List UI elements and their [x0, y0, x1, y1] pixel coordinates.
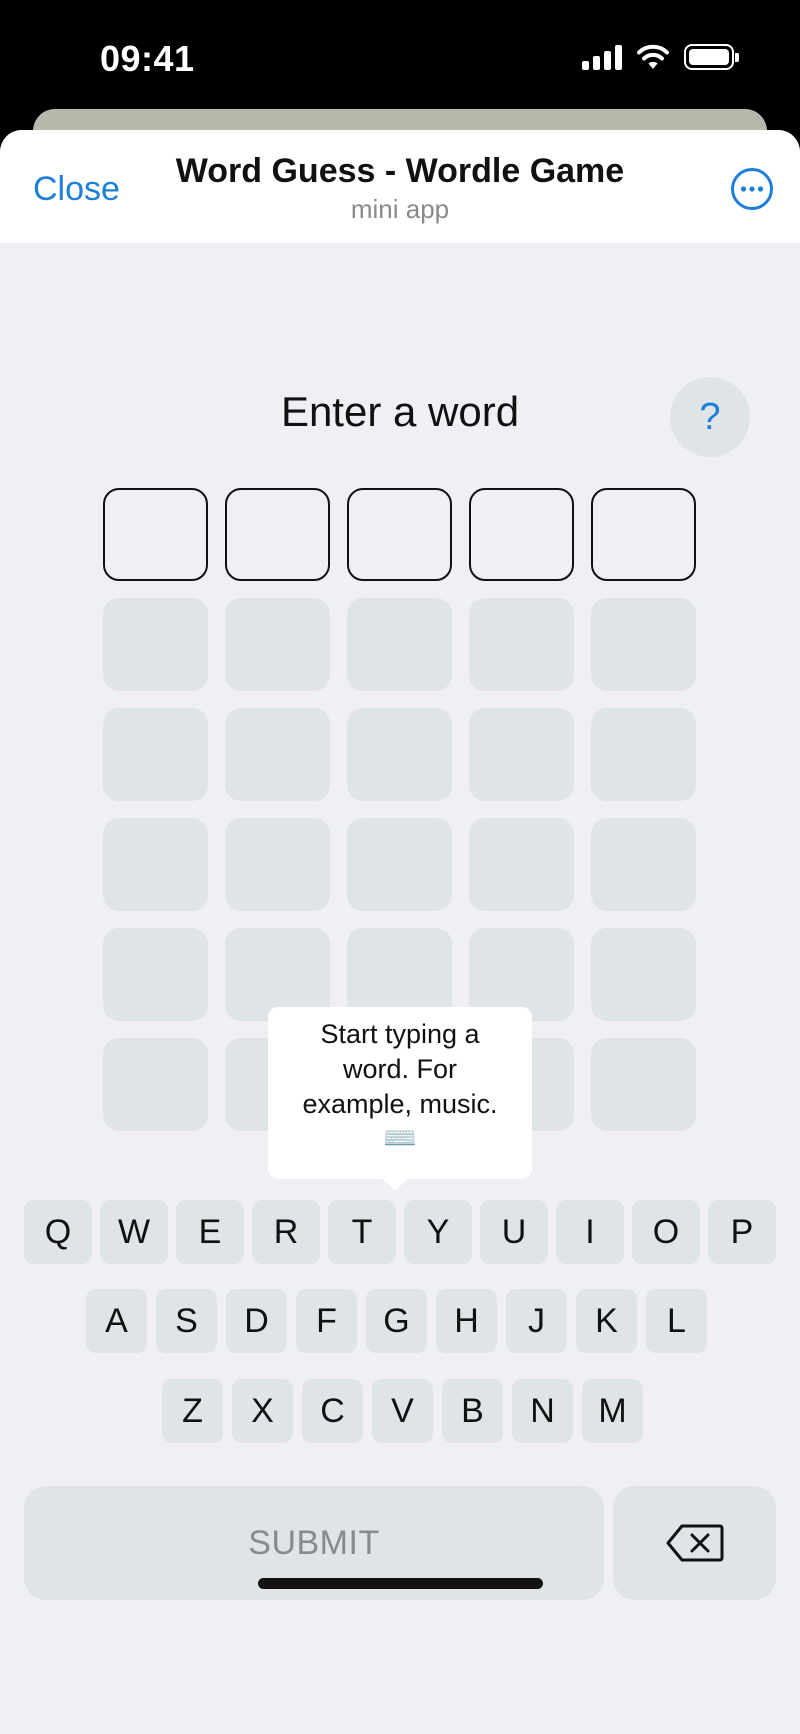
key-u[interactable]: U — [480, 1200, 548, 1264]
letter-tile — [591, 818, 696, 911]
letter-tile — [103, 928, 208, 1021]
home-indicator — [258, 1578, 543, 1589]
active-letter-tile — [469, 488, 574, 581]
key-o[interactable]: O — [632, 1200, 700, 1264]
tooltip-line: example, music. — [302, 1089, 498, 1119]
keyboard-icon: ⌨️ — [383, 1123, 417, 1153]
key-k[interactable]: K — [576, 1289, 637, 1353]
backspace-button[interactable] — [613, 1486, 776, 1600]
key-n[interactable]: N — [512, 1379, 573, 1443]
letter-tile — [225, 598, 330, 691]
letter-tile — [591, 708, 696, 801]
letter-tile — [347, 708, 452, 801]
key-m[interactable]: M — [582, 1379, 643, 1443]
key-v[interactable]: V — [372, 1379, 433, 1443]
key-i[interactable]: I — [556, 1200, 624, 1264]
key-d[interactable]: D — [226, 1289, 287, 1353]
active-letter-tile — [591, 488, 696, 581]
key-f[interactable]: F — [296, 1289, 357, 1353]
app-title: Word Guess - Wordle Game — [175, 152, 625, 190]
letter-tile — [591, 928, 696, 1021]
letter-tile — [469, 708, 574, 801]
key-t[interactable]: T — [328, 1200, 396, 1264]
letter-tile — [591, 598, 696, 691]
key-c[interactable]: C — [302, 1379, 363, 1443]
status-time: 09:41 — [100, 38, 195, 79]
letter-tile — [225, 708, 330, 801]
active-letter-tile — [103, 488, 208, 581]
cellular-signal-icon — [582, 44, 622, 70]
letter-tile — [347, 818, 452, 911]
key-q[interactable]: Q — [24, 1200, 92, 1264]
key-w[interactable]: W — [100, 1200, 168, 1264]
letter-tile — [103, 598, 208, 691]
status-icons — [582, 44, 739, 70]
wifi-icon — [637, 44, 669, 69]
battery-icon — [684, 44, 739, 70]
key-s[interactable]: S — [156, 1289, 217, 1353]
active-letter-tile — [225, 488, 330, 581]
letter-tile — [347, 598, 452, 691]
typing-hint-tooltip: Start typing a word. For example, music.… — [268, 1007, 532, 1191]
keyboard-row-1: QWERTYUIOP — [24, 1200, 776, 1264]
letter-tile — [469, 598, 574, 691]
key-p[interactable]: P — [708, 1200, 776, 1264]
letter-tile — [103, 1038, 208, 1131]
ellipsis-circle-icon[interactable] — [730, 167, 774, 211]
letter-tile — [225, 818, 330, 911]
backspace-icon — [666, 1524, 723, 1562]
key-a[interactable]: A — [86, 1289, 147, 1353]
status-bar: 09:41 — [0, 0, 800, 120]
tooltip-line: Start typing a — [320, 1019, 480, 1049]
letter-tile — [591, 1038, 696, 1131]
key-h[interactable]: H — [436, 1289, 497, 1353]
help-button[interactable]: ? — [670, 377, 750, 457]
key-j[interactable]: J — [506, 1289, 567, 1353]
keyboard-row-2: ASDFGHJKL — [86, 1289, 707, 1353]
keyboard-row-3: ZXCVBNM — [162, 1379, 643, 1443]
app-subtitle: mini app — [350, 194, 450, 224]
letter-tile — [469, 818, 574, 911]
key-b[interactable]: B — [442, 1379, 503, 1443]
key-e[interactable]: E — [176, 1200, 244, 1264]
key-g[interactable]: G — [366, 1289, 427, 1353]
nav-bar: Close Word Guess - Wordle Game mini app — [0, 130, 800, 243]
key-z[interactable]: Z — [162, 1379, 223, 1443]
key-x[interactable]: X — [232, 1379, 293, 1443]
active-letter-tile — [347, 488, 452, 581]
tooltip-line: word. For — [342, 1054, 458, 1084]
key-y[interactable]: Y — [404, 1200, 472, 1264]
key-r[interactable]: R — [252, 1200, 320, 1264]
key-l[interactable]: L — [646, 1289, 707, 1353]
letter-tile — [103, 708, 208, 801]
mini-app-sheet: Close Word Guess - Wordle Game mini app … — [0, 130, 800, 1734]
letter-tile — [103, 818, 208, 911]
